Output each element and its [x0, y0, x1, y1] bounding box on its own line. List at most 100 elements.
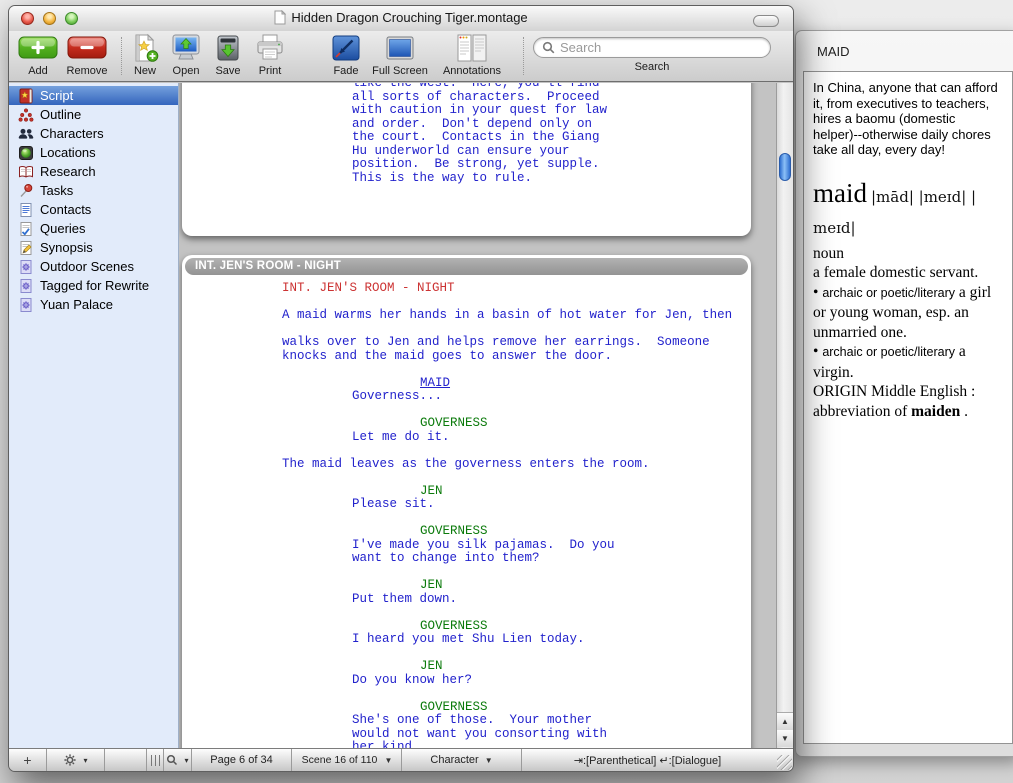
action-menu-button[interactable]: ▾: [47, 749, 105, 771]
globe-icon: [18, 145, 34, 161]
document-icon: [274, 10, 286, 28]
add-scene-button[interactable]: +: [9, 749, 47, 771]
magnifier-icon: [166, 754, 178, 766]
sidebar-item-research[interactable]: Research: [9, 162, 178, 181]
script-editor[interactable]: like the west. Here, you'll findall sort…: [179, 83, 776, 748]
scrollbar-thumb[interactable]: [779, 153, 791, 181]
sidebar-item-characters[interactable]: Characters: [9, 124, 178, 143]
script-line-action: knocks and the maid goes to answer the d…: [282, 350, 751, 364]
remove-icon: [61, 32, 113, 64]
sidebar-item-contacts[interactable]: Contacts: [9, 200, 178, 219]
splitter-handle[interactable]: [147, 749, 164, 771]
script-line-dialogue: Governess...: [282, 390, 751, 404]
dictionary-definition: a female domestic servant.: [813, 263, 1003, 283]
script-line-scene: INT. JEN'S ROOM - NIGHT: [282, 282, 751, 296]
status-bar: + ▾ ▾ Page 6 of 34 Scene 16 of 110 ▼ Cha…: [9, 748, 793, 771]
script-line-blank: [282, 363, 751, 377]
statusbar-spacer: [105, 749, 147, 771]
add-button[interactable]: Add: [15, 32, 61, 77]
vertical-scrollbar[interactable]: ▲ ▼: [776, 83, 793, 748]
fade-icon: [321, 32, 371, 64]
save-drive-icon: [208, 32, 248, 64]
search-input[interactable]: [533, 37, 771, 58]
new-document-icon: [125, 32, 165, 64]
scene-card-previous[interactable]: like the west. Here, you'll findall sort…: [182, 83, 751, 236]
sidebar-item-label: Script: [40, 88, 73, 103]
scroll-up-button[interactable]: ▲: [777, 713, 793, 730]
chevron-down-icon: ▾: [83, 756, 87, 765]
dictionary-note: In China, anyone that can afford it, fro…: [813, 80, 1003, 158]
smart-doc-icon: [18, 278, 34, 294]
new-button[interactable]: New: [125, 32, 165, 77]
element-type-selector[interactable]: Character ▼: [402, 749, 522, 771]
titlebar[interactable]: Hidden Dragon Crouching Tiger.montage: [9, 6, 793, 31]
script-line-cue-link: MAID: [282, 377, 751, 391]
script-line-cue: JEN: [282, 660, 751, 674]
script-line-blank: [282, 404, 751, 418]
dictionary-headword-line: maid |mād| |meɪd| | meɪd|: [813, 178, 1003, 244]
search-icon: [542, 41, 555, 54]
script-line-action: walks over to Jen and helps remove her e…: [282, 336, 751, 350]
annotations-button[interactable]: Annotations: [430, 32, 514, 77]
sidebar-item-queries[interactable]: Queries: [9, 219, 178, 238]
script-line-blank: [282, 566, 751, 580]
scene-header[interactable]: INT. JEN'S ROOM - NIGHT: [185, 258, 748, 275]
scene-card-current[interactable]: INT. JEN'S ROOM - NIGHT INT. JEN'S ROOM …: [182, 255, 751, 748]
script-line-dialogue-cont: position. Be strong, yet supple.: [352, 158, 751, 172]
scene-indicator[interactable]: Scene 16 of 110 ▼: [292, 749, 402, 771]
script-book-icon: [18, 88, 34, 104]
looked-up-word[interactable]: MAID: [420, 376, 450, 390]
sidebar-item-yuan-palace[interactable]: Yuan Palace: [9, 295, 178, 314]
fade-button[interactable]: Fade: [321, 32, 371, 77]
chevron-down-icon: ▾: [184, 756, 188, 765]
sidebar-item-outline[interactable]: Outline: [9, 105, 178, 124]
script-line-dialogue: want to change into them?: [282, 552, 751, 566]
dictionary-panel-title: MAID: [817, 44, 850, 59]
dictionary-headword: maid: [813, 178, 867, 208]
script-line-dialogue-cont: with caution in your quest for law: [352, 104, 751, 118]
desktop: MAID In China, anyone that can afford it…: [0, 0, 1013, 783]
sidebar-item-outdoor-scenes[interactable]: Outdoor Scenes: [9, 257, 178, 276]
sidebar-item-synopsis[interactable]: Synopsis: [9, 238, 178, 257]
synopsis-doc-icon: [18, 240, 34, 256]
script-line-cue: JEN: [282, 579, 751, 593]
search-label: Search: [533, 61, 771, 73]
script-line-blank: [282, 687, 751, 701]
open-button[interactable]: Open: [166, 32, 206, 77]
save-button[interactable]: Save: [208, 32, 248, 77]
pushpin-icon: [18, 183, 34, 199]
sidebar-item-tasks[interactable]: Tasks: [9, 181, 178, 200]
smart-doc-icon: [18, 259, 34, 275]
print-button[interactable]: Print: [250, 32, 290, 77]
sidebar: Script Outline CharactersLocationsResearch…: [9, 83, 179, 748]
sidebar-item-tagged-for-rewrite[interactable]: Tagged for Rewrite: [9, 276, 178, 295]
toolbar-separator: [121, 37, 122, 75]
chevron-down-icon: ▼: [485, 756, 493, 765]
search-text-field[interactable]: [560, 40, 762, 55]
grip-lines-icon: [151, 755, 160, 766]
fullscreen-button[interactable]: Full Screen: [370, 32, 430, 77]
script-line-blank: [282, 444, 751, 458]
toolbar-separator: [523, 37, 524, 75]
contacts-doc-icon: [18, 202, 34, 218]
scroll-down-button[interactable]: ▼: [777, 730, 793, 747]
zoom-menu-button[interactable]: ▾: [164, 749, 192, 771]
keyboard-hints: ⇥:[Parenthetical] ↵:[Dialogue]: [522, 749, 773, 771]
people-icon: [18, 126, 34, 142]
sidebar-item-label: Outline: [40, 107, 81, 122]
sidebar-item-label: Contacts: [40, 202, 91, 217]
remove-button[interactable]: Remove: [61, 32, 113, 77]
script-line-dialogue: Let me do it.: [282, 431, 751, 445]
sidebar-item-locations[interactable]: Locations: [9, 143, 178, 162]
resize-grip[interactable]: [777, 755, 792, 770]
toolbar-toggle-button[interactable]: [753, 15, 779, 27]
script-line-blank: [282, 512, 751, 526]
outline-dots-icon: [18, 107, 34, 123]
fullscreen-icon: [370, 32, 430, 64]
sidebar-item-script[interactable]: Script: [9, 86, 178, 105]
script-line-dialogue-cont: This is the way to rule.: [352, 172, 751, 186]
book-icon: [18, 164, 34, 180]
script-line-dialogue-cont: and order. Don't depend only on: [352, 118, 751, 132]
page-indicator[interactable]: Page 6 of 34: [192, 749, 292, 771]
dictionary-origin: ORIGIN Middle English : abbreviation of …: [813, 382, 1003, 421]
